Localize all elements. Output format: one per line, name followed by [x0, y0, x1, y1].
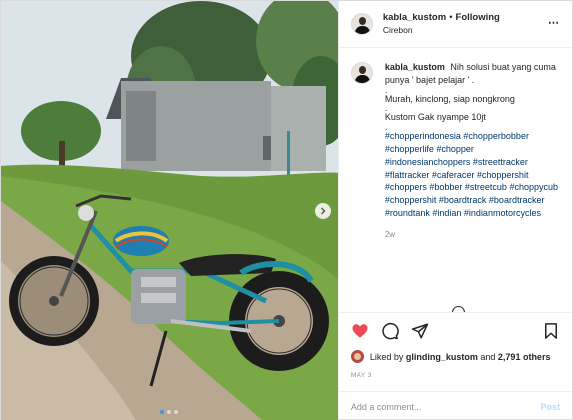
hashtag-link[interactable]: #choppershit: [477, 170, 529, 180]
hashtag-link[interactable]: #roundtank: [385, 208, 430, 218]
hashtag-link[interactable]: #flattracker: [385, 170, 430, 180]
post-date: MAY 3: [350, 372, 372, 379]
action-icons: [351, 321, 560, 341]
hashtag-link[interactable]: #streetcub: [465, 182, 507, 192]
liker-avatar[interactable]: [350, 350, 364, 363]
post-time: 2w: [384, 229, 396, 239]
actions-bar: Liked by glinding_kustom and 2,791 other…: [338, 312, 572, 391]
carousel-indicator: [1, 410, 338, 414]
hashtag-link[interactable]: #chopper: [436, 144, 474, 154]
username-link[interactable]: kabla_kustom: [383, 12, 446, 24]
carousel-dot: [167, 410, 172, 414]
likes-summary: Liked by glinding_kustom and 2,791 other…: [350, 350, 560, 363]
hashtag-link[interactable]: #choppycub: [509, 182, 558, 192]
location-link[interactable]: Cirebon: [383, 24, 548, 36]
share-icon[interactable]: [411, 322, 429, 340]
hashtag-link[interactable]: #streettracker: [473, 157, 528, 167]
following-button[interactable]: Following: [456, 12, 500, 24]
likes-conjunction: and: [480, 351, 496, 362]
hashtag-link[interactable]: #caferacer: [432, 170, 475, 180]
caption-username[interactable]: kabla_kustom: [385, 62, 445, 72]
caption-line: Kustom Gak nyampe 10jt: [384, 112, 486, 123]
avatar[interactable]: [350, 62, 373, 84]
post-photo[interactable]: [1, 1, 338, 420]
hashtag-link[interactable]: #boardtracker: [489, 195, 545, 205]
hashtag-link[interactable]: #choppershit: [385, 195, 437, 205]
comments-section: kabla_kustom Nih solusi buat yang cuma p…: [339, 48, 572, 312]
chevron-right-icon: [320, 207, 326, 215]
hashtag-link[interactable]: #choppers: [385, 182, 427, 192]
caption-row: kabla_kustom Nih solusi buat yang cuma p…: [350, 61, 560, 242]
bookmark-icon[interactable]: [542, 322, 560, 340]
liker-username-link[interactable]: glinding_kustom: [406, 352, 478, 362]
post-header: kabla_kustom • Following Cirebon ⋯: [338, 1, 572, 48]
comment-input[interactable]: [350, 401, 541, 412]
likes-count-link[interactable]: 2,791 others: [498, 352, 551, 362]
motorcycle-photo: [1, 1, 338, 420]
caption-line: Murah, kinclong, siap nongkrong: [384, 93, 515, 104]
comment-icon[interactable]: [381, 322, 399, 340]
separator-dot: •: [449, 12, 453, 23]
caption: kabla_kustom Nih solusi buat yang cuma p…: [385, 61, 560, 242]
hashtag-link[interactable]: #chopperindonesia: [385, 131, 461, 141]
hashtag-list: #chopperindonesia #chopperbobber #choppe…: [385, 130, 560, 220]
hashtag-link[interactable]: #boardtrack: [439, 195, 487, 205]
carousel-dot-active: [160, 410, 165, 414]
heart-filled-icon[interactable]: [351, 322, 369, 340]
likes-prefix: Liked by: [369, 351, 404, 362]
hashtag-link[interactable]: #chopperlife: [385, 144, 434, 154]
hashtag-link[interactable]: #indonesianchoppers: [385, 157, 471, 167]
post-details-panel: kabla_kustom • Following Cirebon ⋯ kabla…: [337, 1, 572, 420]
carousel-next-button[interactable]: [314, 203, 331, 219]
avatar[interactable]: [350, 13, 373, 35]
post-comment-button[interactable]: Post: [540, 402, 560, 412]
carousel-dot: [174, 410, 179, 414]
add-comment-bar: Post: [338, 391, 572, 420]
hashtag-link[interactable]: #indian: [432, 208, 461, 218]
load-more-comments-icon[interactable]: [451, 306, 465, 312]
instagram-post: kabla_kustom • Following Cirebon ⋯ kabla…: [0, 0, 573, 420]
post-header-text: kabla_kustom • Following Cirebon: [383, 12, 548, 36]
hashtag-link[interactable]: #indianmotorcycles: [464, 208, 541, 218]
more-options-icon[interactable]: ⋯: [548, 16, 560, 29]
hashtag-link[interactable]: #chopperbobber: [463, 131, 529, 141]
hashtag-link[interactable]: #bobber: [429, 182, 462, 192]
